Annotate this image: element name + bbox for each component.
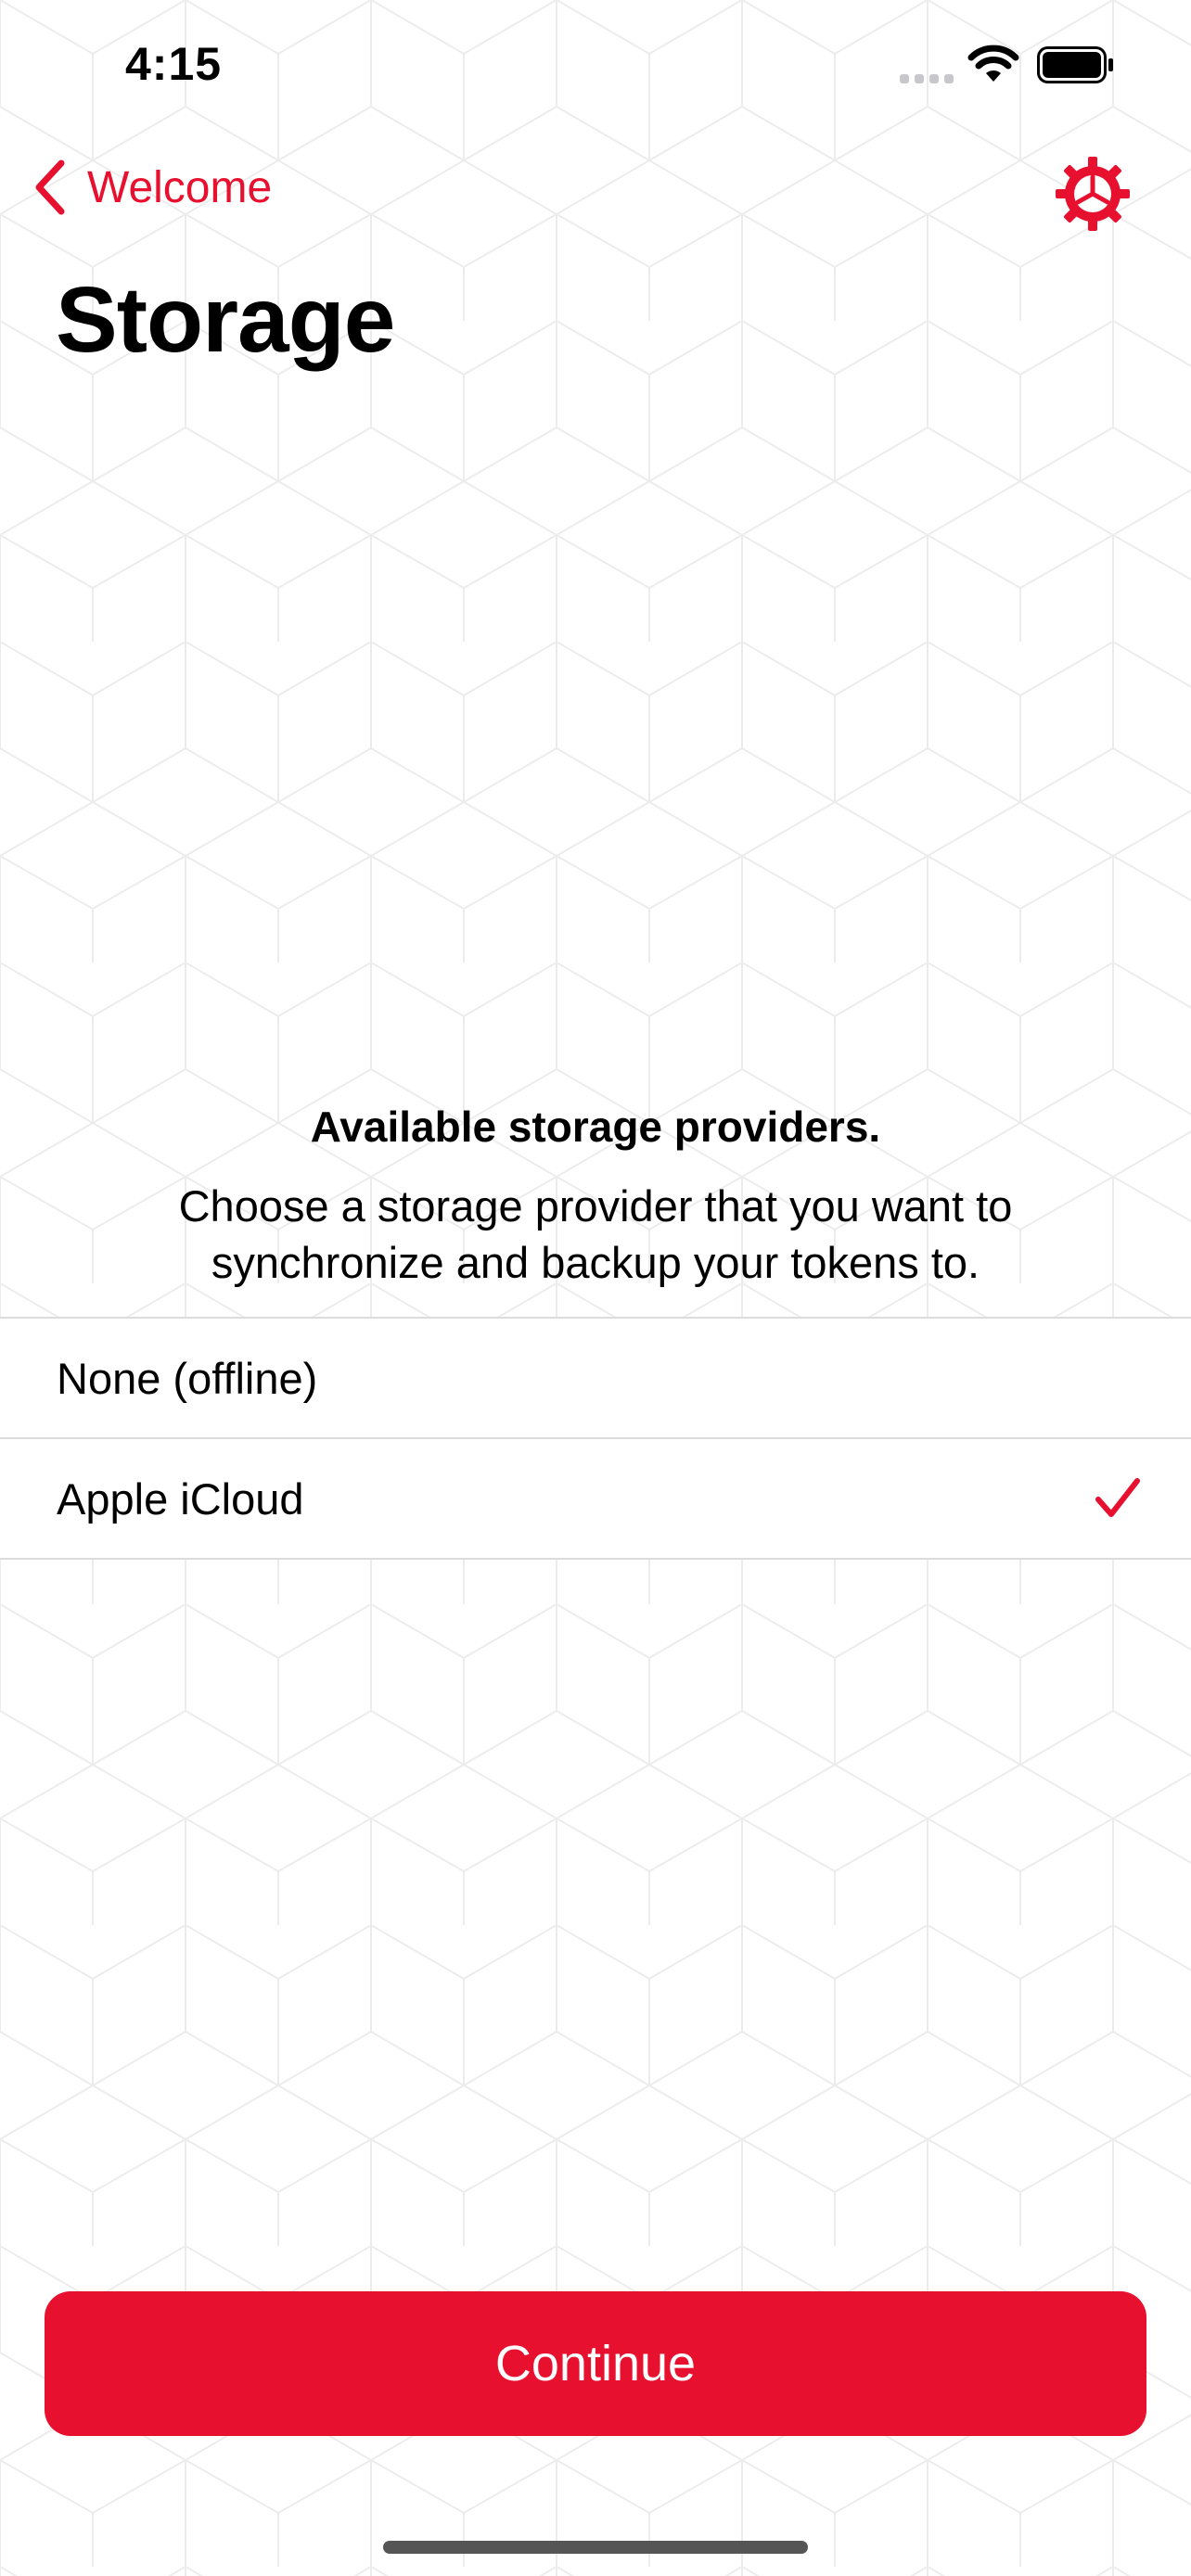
page-title: Storage bbox=[56, 268, 395, 372]
storage-provider-list: None (offline) Apple iCloud bbox=[0, 1317, 1191, 1560]
back-button[interactable]: Welcome bbox=[32, 159, 272, 215]
wifi-icon bbox=[967, 45, 1019, 82]
back-button-label: Welcome bbox=[87, 162, 273, 212]
section-description: Choose a storage provider that you want … bbox=[178, 1181, 1013, 1287]
gear-icon[interactable] bbox=[1054, 155, 1132, 233]
battery-icon bbox=[1037, 46, 1113, 83]
provider-option-icloud[interactable]: Apple iCloud bbox=[0, 1439, 1191, 1560]
home-indicator bbox=[383, 2541, 808, 2554]
checkmark-icon bbox=[1095, 1478, 1140, 1517]
cellular-signal-icon bbox=[900, 74, 954, 83]
provider-option-none[interactable]: None (offline) bbox=[0, 1319, 1191, 1439]
continue-button[interactable]: Continue bbox=[45, 2291, 1146, 2436]
section-heading: Available storage providers. bbox=[310, 1103, 881, 1151]
provider-option-label: Apple iCloud bbox=[57, 1473, 304, 1524]
status-time: 4:15 bbox=[125, 38, 223, 90]
chevron-left-icon bbox=[35, 159, 65, 215]
provider-option-label: None (offline) bbox=[57, 1353, 318, 1403]
